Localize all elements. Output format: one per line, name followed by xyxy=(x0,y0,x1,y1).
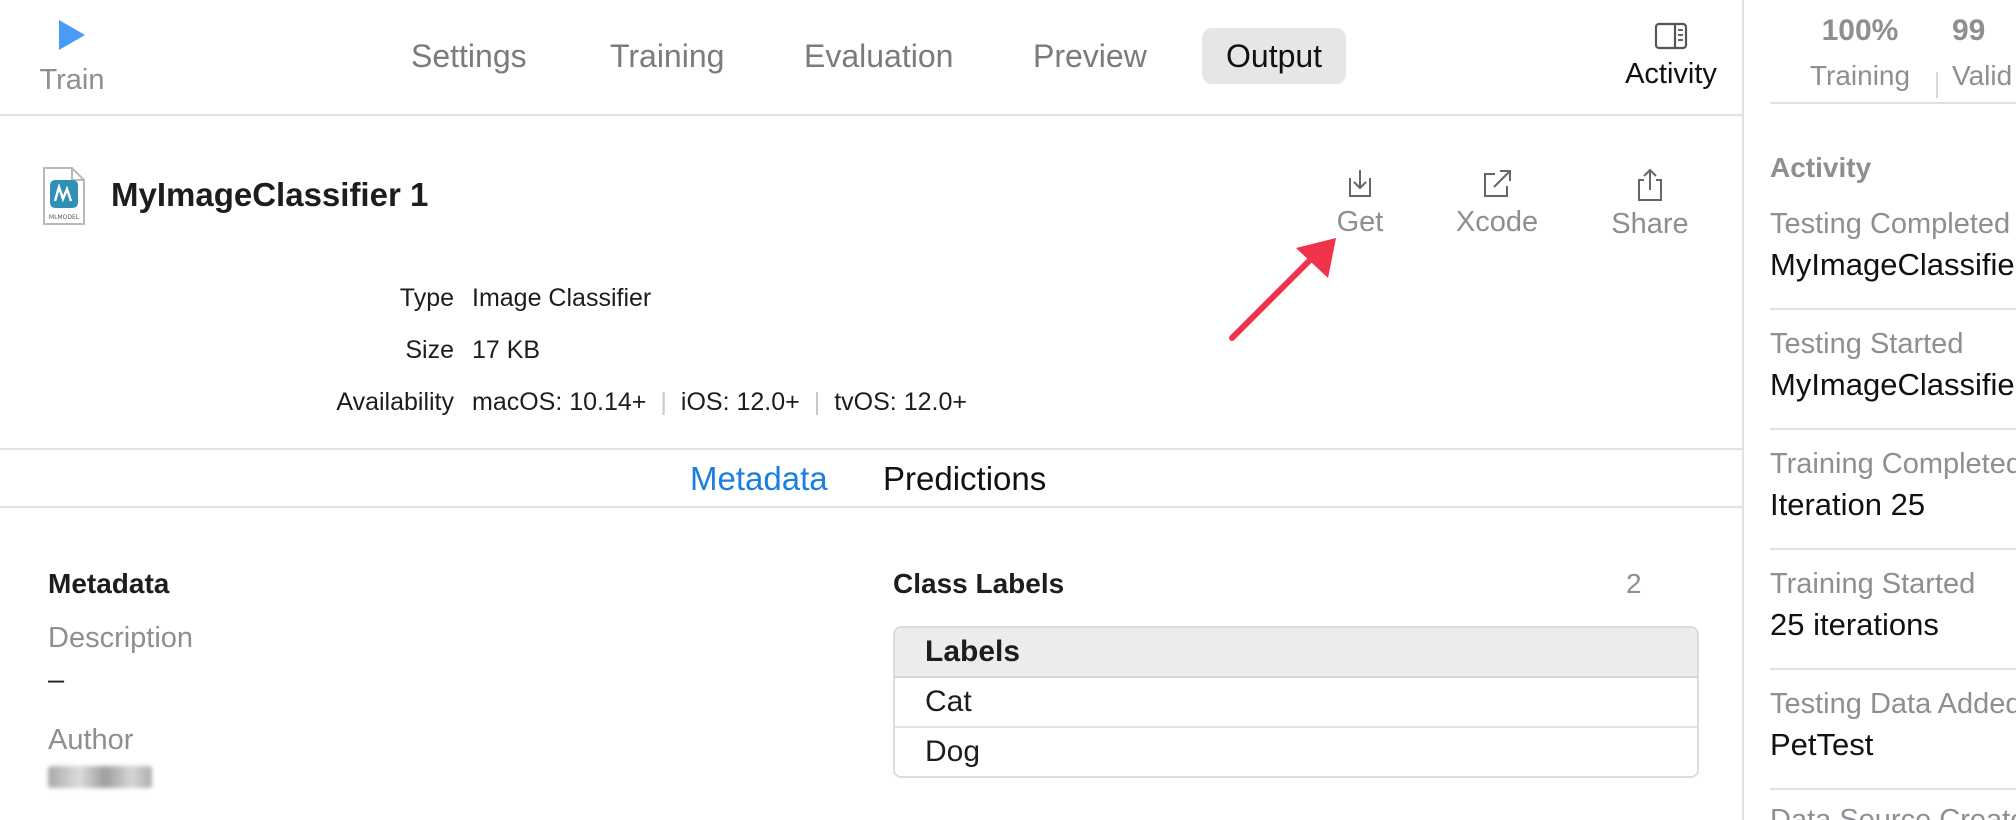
stat-divider xyxy=(1936,72,1938,98)
availability-ios: iOS: 12.0+ xyxy=(680,388,800,416)
tab-settings[interactable]: Settings xyxy=(411,28,527,84)
share-button[interactable]: Share xyxy=(1590,168,1710,241)
table-header: Labels xyxy=(895,628,1697,678)
property-value: Image Classifier xyxy=(472,284,652,312)
activity-item-title: Training Completed xyxy=(1770,448,2016,480)
property-key: Size xyxy=(405,336,454,364)
model-header: MLMODEL MyImageClassifier 1 Get Xcode Sh… xyxy=(0,116,1742,450)
class-labels-count: 2 xyxy=(1626,568,1642,599)
xcode-label: Xcode xyxy=(1455,206,1539,238)
divider xyxy=(1770,548,2016,550)
tab-bar: Settings Training Evaluation Preview Out… xyxy=(0,28,1742,84)
property-value: 17 KB xyxy=(472,336,541,364)
activity-toggle-button[interactable]: Activity xyxy=(1596,22,1746,91)
activity-label: Activity xyxy=(1625,58,1717,90)
open-external-icon xyxy=(1484,170,1511,197)
property-key: Type xyxy=(399,284,454,312)
property-value: macOS: 10.14+ | iOS: 12.0+ | tvOS: 12.0+ xyxy=(472,388,967,417)
output-segmented-control: Metadata Predictions xyxy=(0,450,1742,508)
share-label: Share xyxy=(1611,208,1689,240)
model-name: MyImageClassifier 1 xyxy=(111,176,429,213)
activity-item[interactable]: Testing Started MyImageClassifier xyxy=(1770,328,2016,403)
property-row-size: Size 17 KB xyxy=(0,336,1742,376)
main-pane: Train Settings Training Evaluation Previ… xyxy=(0,0,1742,820)
activity-item-detail: MyImageClassifier xyxy=(1770,367,2016,402)
table-row[interactable]: Cat xyxy=(895,678,1697,728)
separator: | xyxy=(813,388,821,416)
download-icon xyxy=(1349,170,1371,197)
tab-preview[interactable]: Preview xyxy=(1033,28,1147,84)
divider xyxy=(1770,102,2016,104)
segment-metadata[interactable]: Metadata xyxy=(690,460,828,498)
segment-predictions[interactable]: Predictions xyxy=(883,460,1046,498)
metadata-title: Metadata xyxy=(48,568,170,599)
separator: | xyxy=(660,388,667,416)
activity-item[interactable]: Data Source Created xyxy=(1770,804,2016,820)
mlmodel-file-icon: MLMODEL xyxy=(43,167,85,225)
description-value: – xyxy=(48,664,65,696)
tab-evaluation[interactable]: Evaluation xyxy=(804,28,953,84)
activity-item[interactable]: Training Started 25 iterations xyxy=(1770,568,2016,643)
activity-title: Activity xyxy=(1770,152,1872,183)
activity-item-detail: 25 iterations xyxy=(1770,607,1939,642)
activity-item[interactable]: Testing Completed MyImageClassifier xyxy=(1770,208,2016,283)
divider xyxy=(1770,668,2016,670)
activity-item-title: Testing Data Added xyxy=(1770,688,2016,720)
description-label: Description xyxy=(48,622,194,654)
author-value-redacted xyxy=(48,766,152,788)
share-icon xyxy=(1638,168,1662,201)
availability-tvos: tvOS: 12.0+ xyxy=(834,388,967,416)
divider xyxy=(1770,308,2016,310)
activity-item-detail: Iteration 25 xyxy=(1770,487,1926,522)
xcode-button[interactable]: Xcode xyxy=(1437,168,1557,239)
toolbar: Train Settings Training Evaluation Previ… xyxy=(0,0,1742,116)
activity-item-detail: PetTest xyxy=(1770,727,1874,762)
activity-item-title: Training Started xyxy=(1770,568,1976,600)
validation-stat: 99 Valid xyxy=(1952,14,2016,92)
training-stat-label: Training xyxy=(1809,60,1911,91)
activity-panel: 100% Training 99 Valid Activity Testing … xyxy=(1744,0,2016,820)
training-stat-value: 100% xyxy=(1821,14,1899,47)
class-labels-title: Class Labels xyxy=(893,568,1065,599)
training-stat: 100% Training xyxy=(1800,14,1920,92)
activity-item-title: Data Source Created xyxy=(1770,804,2016,820)
annotation-arrow-icon xyxy=(1229,238,1336,341)
property-key: Availability xyxy=(336,388,454,416)
divider xyxy=(1770,788,2016,790)
class-labels-table: Labels Cat Dog xyxy=(893,626,1699,778)
property-row-type: Type Image Classifier xyxy=(0,284,1742,324)
sidebar-toggle-icon xyxy=(1654,22,1688,50)
validation-stat-label: Valid xyxy=(1952,60,2013,91)
table-row[interactable]: Dog xyxy=(895,728,1697,776)
author-label: Author xyxy=(48,724,134,756)
property-row-availability: Availability macOS: 10.14+ | iOS: 12.0+ | tv… xyxy=(0,388,1742,428)
tab-output[interactable]: Output xyxy=(1202,28,1347,84)
activity-item[interactable]: Testing Data Added PetTest xyxy=(1770,688,2016,763)
activity-item[interactable]: Training Completed Iteration 25 xyxy=(1770,448,2016,523)
get-button[interactable]: Get xyxy=(1300,168,1420,239)
activity-item-detail: MyImageClassifier xyxy=(1770,247,2016,282)
activity-item-title: Testing Started xyxy=(1770,328,1964,360)
divider xyxy=(1770,428,2016,430)
file-icon-caption: MLMODEL xyxy=(49,214,80,221)
validation-stat-value: 99 xyxy=(1952,14,1986,47)
tab-training[interactable]: Training xyxy=(610,28,724,84)
availability-macos: macOS: 10.14+ xyxy=(472,388,647,416)
activity-item-title: Testing Completed xyxy=(1770,208,2011,240)
